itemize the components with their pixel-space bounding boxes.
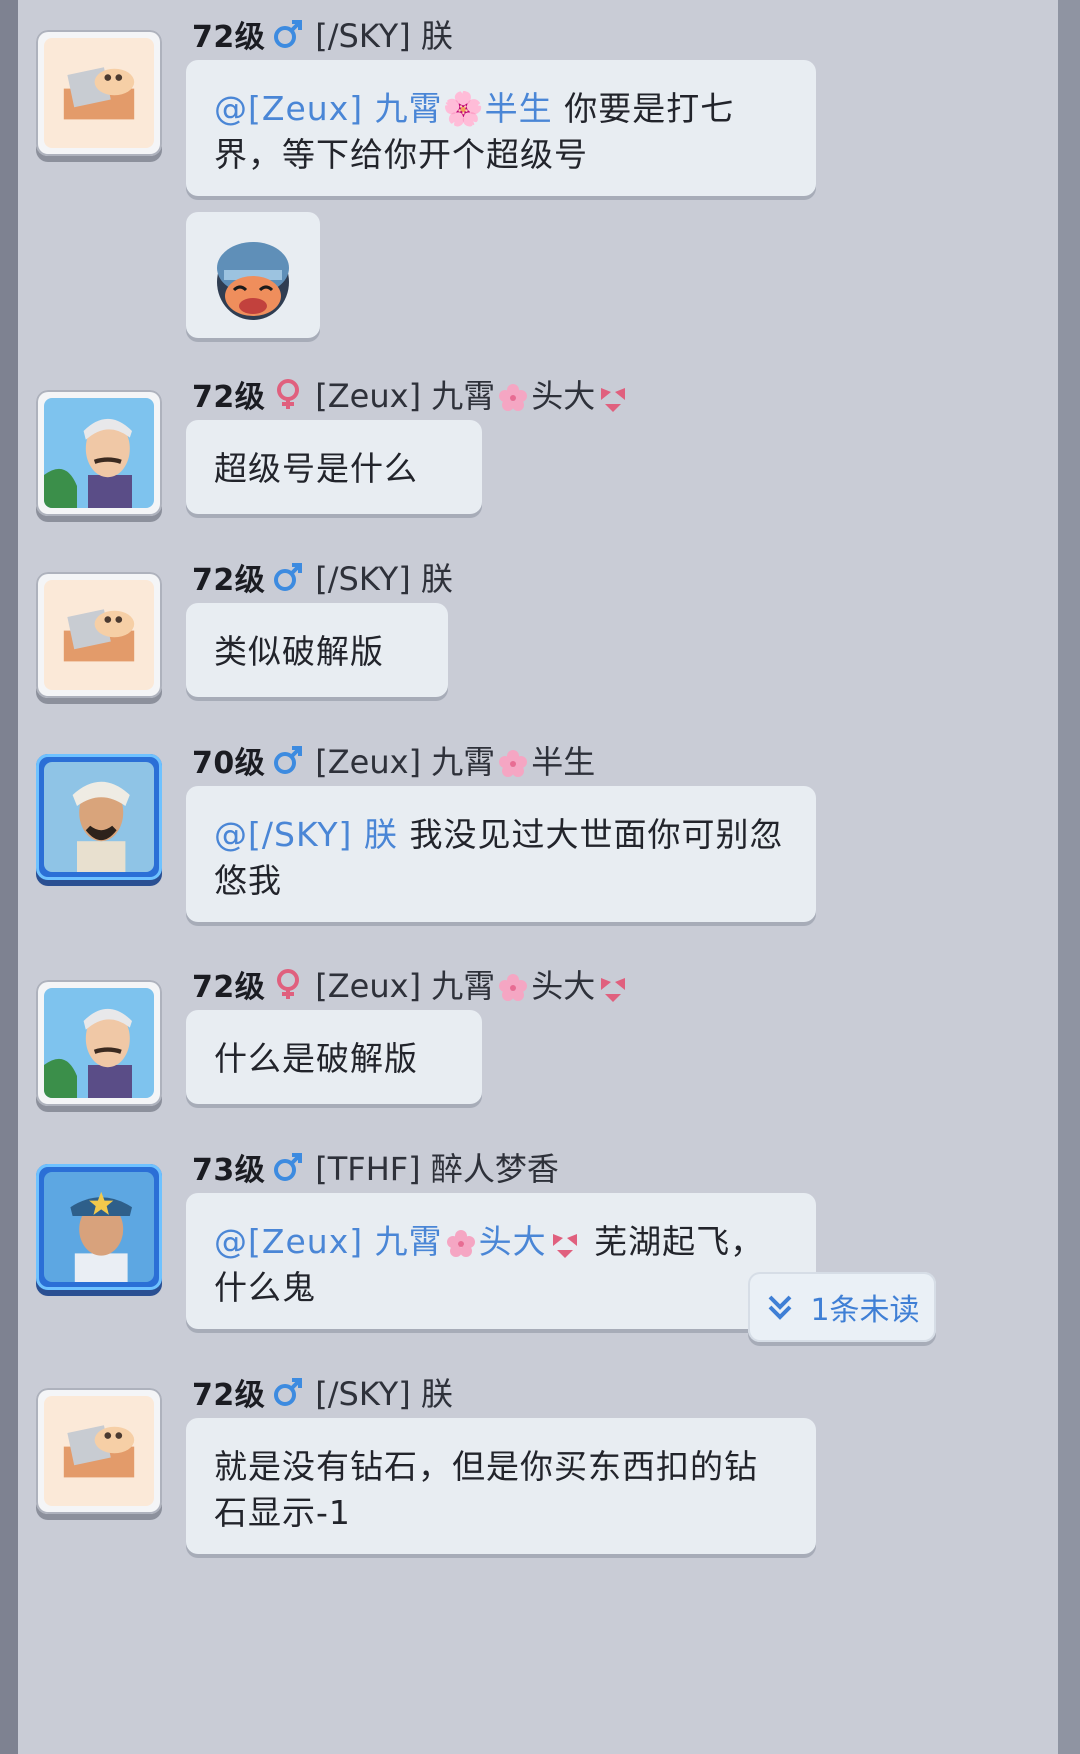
message-bubble: @[/SKY] 朕 我没见过大世面你可别忽悠我 [186,786,816,922]
sender-name[interactable]: [/SKY] 朕 [315,11,453,57]
message-header: 72级 [/SKY] 朕 [192,555,453,599]
avatar-laptop-image [44,1396,154,1506]
message-bubble: 什么是破解版 [186,1010,482,1104]
message-text: 就是没有钻石，但是你买东西扣的钻石显示-1 [214,1447,758,1532]
chat-panel: 72级 [/SKY] 朕 @[Zeux] 九霄🌸半生 你要是打七界，等下给你开个… [18,0,1058,1754]
mention-link[interactable]: @[Zeux] 九霄 头大 [214,1222,583,1261]
avatar-laptop-image [44,38,154,148]
avatar-mustache-man-image [44,988,154,1098]
message-bubble: 超级号是什么 [186,420,482,514]
male-symbol-icon [271,1375,305,1409]
male-symbol-icon [271,560,305,594]
bikini-icon [601,978,626,1002]
soldier-helmet-laughing-sticker [217,242,289,320]
sender-name-part: [Zeux] 九霄 [315,967,496,1005]
cherry-blossom-icon [499,974,528,1001]
sender-name[interactable]: [/SKY] 朕 [315,1369,453,1415]
sender-name[interactable]: [Zeux] 九霄 头大 [315,961,631,1007]
avatar[interactable] [36,754,162,880]
message-bubble: @[Zeux] 九霄🌸半生 你要是打七界，等下给你开个超级号 [186,60,816,196]
level-label: 72级 [192,20,266,55]
message-text: 类似破解版 [214,632,384,671]
message-bubble: 类似破解版 [186,603,448,697]
message-text: 什么是破解版 [214,1039,418,1078]
scrollbar-track[interactable] [1058,0,1080,1754]
level-label: 72级 [192,970,266,1005]
avatar-bearded-man-image [44,762,154,872]
sender-name-part: [Zeux] 九霄 [315,743,496,781]
message-header: 70级 [Zeux] 九霄 半生 [192,738,595,782]
avatar-captain-image [44,1172,154,1282]
unread-messages-button[interactable]: 1条未读 [748,1272,936,1342]
message-header: 72级 [/SKY] 朕 [192,12,453,56]
message-header: 72级 [Zeux] 九霄 头大 [192,372,631,416]
level-label: 72级 [192,1378,266,1413]
message-text: 超级号是什么 [214,449,418,488]
bikini-icon [552,1233,577,1258]
double-chevron-down-icon [769,1295,792,1320]
bikini-icon [601,388,626,412]
avatar-mustache-man-image [44,398,154,508]
sender-name[interactable]: [/SKY] 朕 [315,554,453,600]
female-symbol-icon [271,377,305,411]
sender-name-part: [Zeux] 九霄 [315,377,496,415]
avatar-laptop-image [44,580,154,690]
sender-name-part: 半生 [531,743,596,781]
male-symbol-icon [271,743,305,777]
cherry-blossom-icon [499,384,528,411]
avatar[interactable] [36,980,162,1106]
unread-label: 1条未读 [810,1293,920,1328]
mention-name-part: @[Zeux] 九霄 [214,1222,443,1261]
avatar[interactable] [36,1164,162,1290]
mention-link[interactable]: @[/SKY] 朕 [214,815,398,854]
level-label: 72级 [192,563,266,598]
cherry-blossom-icon [446,1229,475,1257]
sender-name[interactable]: [TFHF] 醉人梦香 [315,1144,559,1190]
sender-name-part: 头大 [531,967,596,1005]
sticker-bubble [186,212,320,338]
female-symbol-icon [271,967,305,1001]
sender-name[interactable]: [Zeux] 九霄 头大 [315,371,631,417]
avatar[interactable] [36,572,162,698]
mention-name-part: 头大 [478,1222,547,1261]
message-header: 72级 [/SKY] 朕 [192,1370,453,1414]
message-header: 72级 [Zeux] 九霄 头大 [192,962,631,1006]
avatar[interactable] [36,1388,162,1514]
cherry-blossom-icon [499,750,528,777]
avatar[interactable] [36,390,162,516]
avatar[interactable] [36,30,162,156]
level-label: 72级 [192,380,266,415]
mention-link[interactable]: @[Zeux] 九霄🌸半生 [214,89,553,128]
male-symbol-icon [271,17,305,51]
sender-name[interactable]: [Zeux] 九霄 半生 [315,737,595,783]
message-header: 73级 [TFHF] 醉人梦香 [192,1145,559,1189]
level-label: 70级 [192,746,266,781]
message-bubble: @[Zeux] 九霄 头大 芜湖起飞，什么鬼 [186,1193,816,1329]
message-bubble: 就是没有钻石，但是你买东西扣的钻石显示-1 [186,1418,816,1554]
sender-name-part: 头大 [531,377,596,415]
level-label: 73级 [192,1153,266,1188]
male-symbol-icon [271,1150,305,1184]
